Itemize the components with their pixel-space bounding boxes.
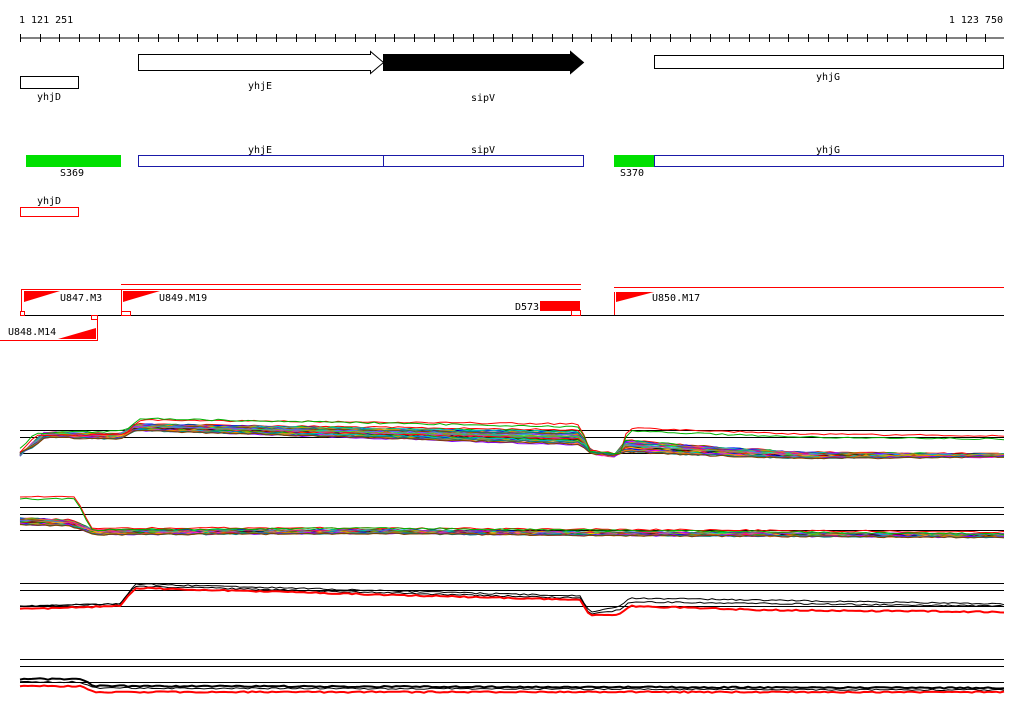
U847-start-flag bbox=[24, 291, 60, 302]
transcript-U850.M17[interactable]: U850.M17 bbox=[614, 287, 1004, 316]
U848-end-flag bbox=[58, 328, 96, 339]
gene-yhjD-box bbox=[20, 76, 79, 89]
red-gene-yhjD-box bbox=[20, 207, 79, 217]
gene-yhjE-label: yhjE bbox=[248, 81, 272, 92]
transcript-U847.M3[interactable]: U847.M3 bbox=[20, 289, 122, 316]
end-coordinate: 1 123 750 bbox=[949, 15, 1003, 26]
operon-yhjG-box bbox=[654, 155, 1004, 167]
promoter-S370[interactable]: S370 bbox=[614, 155, 655, 179]
U847-end-box bbox=[20, 311, 25, 316]
U848-end-box bbox=[91, 315, 98, 320]
gene-track: yhjD yhjE sipV yhjG bbox=[20, 50, 1004, 105]
operon-sipV-box bbox=[383, 155, 584, 167]
operon-track: S369 yhjE sipV S370 yhjG bbox=[26, 145, 1004, 179]
gene-sipV-label: sipV bbox=[471, 93, 495, 104]
U849-label: U849.M19 bbox=[159, 293, 207, 304]
gene-sipV[interactable]: sipV bbox=[383, 50, 585, 105]
promoter-S369-bar bbox=[26, 155, 121, 167]
gene-yhjD-label: yhjD bbox=[37, 92, 61, 103]
expression-track-2 bbox=[19, 495, 1005, 539]
D573-end-box bbox=[571, 310, 581, 316]
U849-end-box bbox=[121, 311, 131, 316]
U849-start-flag bbox=[123, 291, 160, 302]
transcript-U849.M19[interactable]: U849.M19 bbox=[121, 284, 581, 316]
operon-gene-yhjE[interactable]: yhjE bbox=[138, 145, 384, 167]
red-gene-yhjD[interactable]: yhjD bbox=[20, 196, 79, 217]
U850-label: U850.M17 bbox=[652, 293, 700, 304]
operon-yhjE-label: yhjE bbox=[248, 145, 272, 156]
promoter-S369[interactable]: S369 bbox=[26, 155, 121, 179]
track-2-dark-series-line bbox=[19, 497, 1005, 536]
operon-gene-sipV[interactable]: sipV bbox=[383, 145, 584, 167]
gene-yhjD[interactable]: yhjD bbox=[20, 76, 79, 104]
operon-yhjG-label: yhjG bbox=[816, 145, 840, 156]
D573-label: D573 bbox=[515, 302, 539, 313]
transcript-track: U847.M3 U849.M19 D573 U850.M17 U848.M14 bbox=[0, 284, 1004, 341]
gene-yhjG[interactable]: yhjG bbox=[654, 55, 1004, 84]
operon-yhjE-box bbox=[138, 155, 384, 167]
coordinate-ruler: 1 121 251 1 123 750 bbox=[19, 15, 1004, 42]
operon-sipV-label: sipV bbox=[471, 145, 495, 156]
start-coordinate: 1 121 251 bbox=[19, 15, 73, 26]
operon-gene-yhjG[interactable]: yhjG bbox=[654, 145, 1004, 167]
expression-track-4 bbox=[19, 659, 1005, 694]
track-4-series-line bbox=[19, 677, 1005, 690]
genome-canvas: 1 121 251 1 123 750 yhjD yhjE sipV yhjG … bbox=[0, 15, 1005, 694]
U847-label: U847.M3 bbox=[60, 293, 102, 304]
genome-browser-view: 1 121 251 1 123 750 yhjD yhjE sipV yhjG … bbox=[0, 0, 1024, 714]
U848-label: U848.M14 bbox=[8, 327, 56, 338]
D573-bar bbox=[540, 301, 580, 311]
transcript-U848.M14[interactable]: U848.M14 bbox=[0, 315, 98, 341]
gene-yhjE-arrow bbox=[138, 50, 385, 75]
promoter-S370-bar bbox=[614, 155, 655, 167]
gene-yhjG-label: yhjG bbox=[816, 72, 840, 83]
expression-track-1 bbox=[19, 417, 1005, 460]
expression-track-3 bbox=[19, 583, 1005, 617]
transcript-D573[interactable]: D573 bbox=[515, 301, 581, 316]
gene-yhjG-box bbox=[654, 55, 1004, 69]
red-gene-yhjD-label: yhjD bbox=[37, 196, 61, 207]
gene-sipV-arrow bbox=[383, 50, 585, 75]
gene-yhjE[interactable]: yhjE bbox=[138, 50, 385, 93]
promoter-S370-label: S370 bbox=[620, 168, 644, 179]
U850-start-flag bbox=[616, 292, 654, 302]
promoter-S369-label: S369 bbox=[60, 168, 84, 179]
